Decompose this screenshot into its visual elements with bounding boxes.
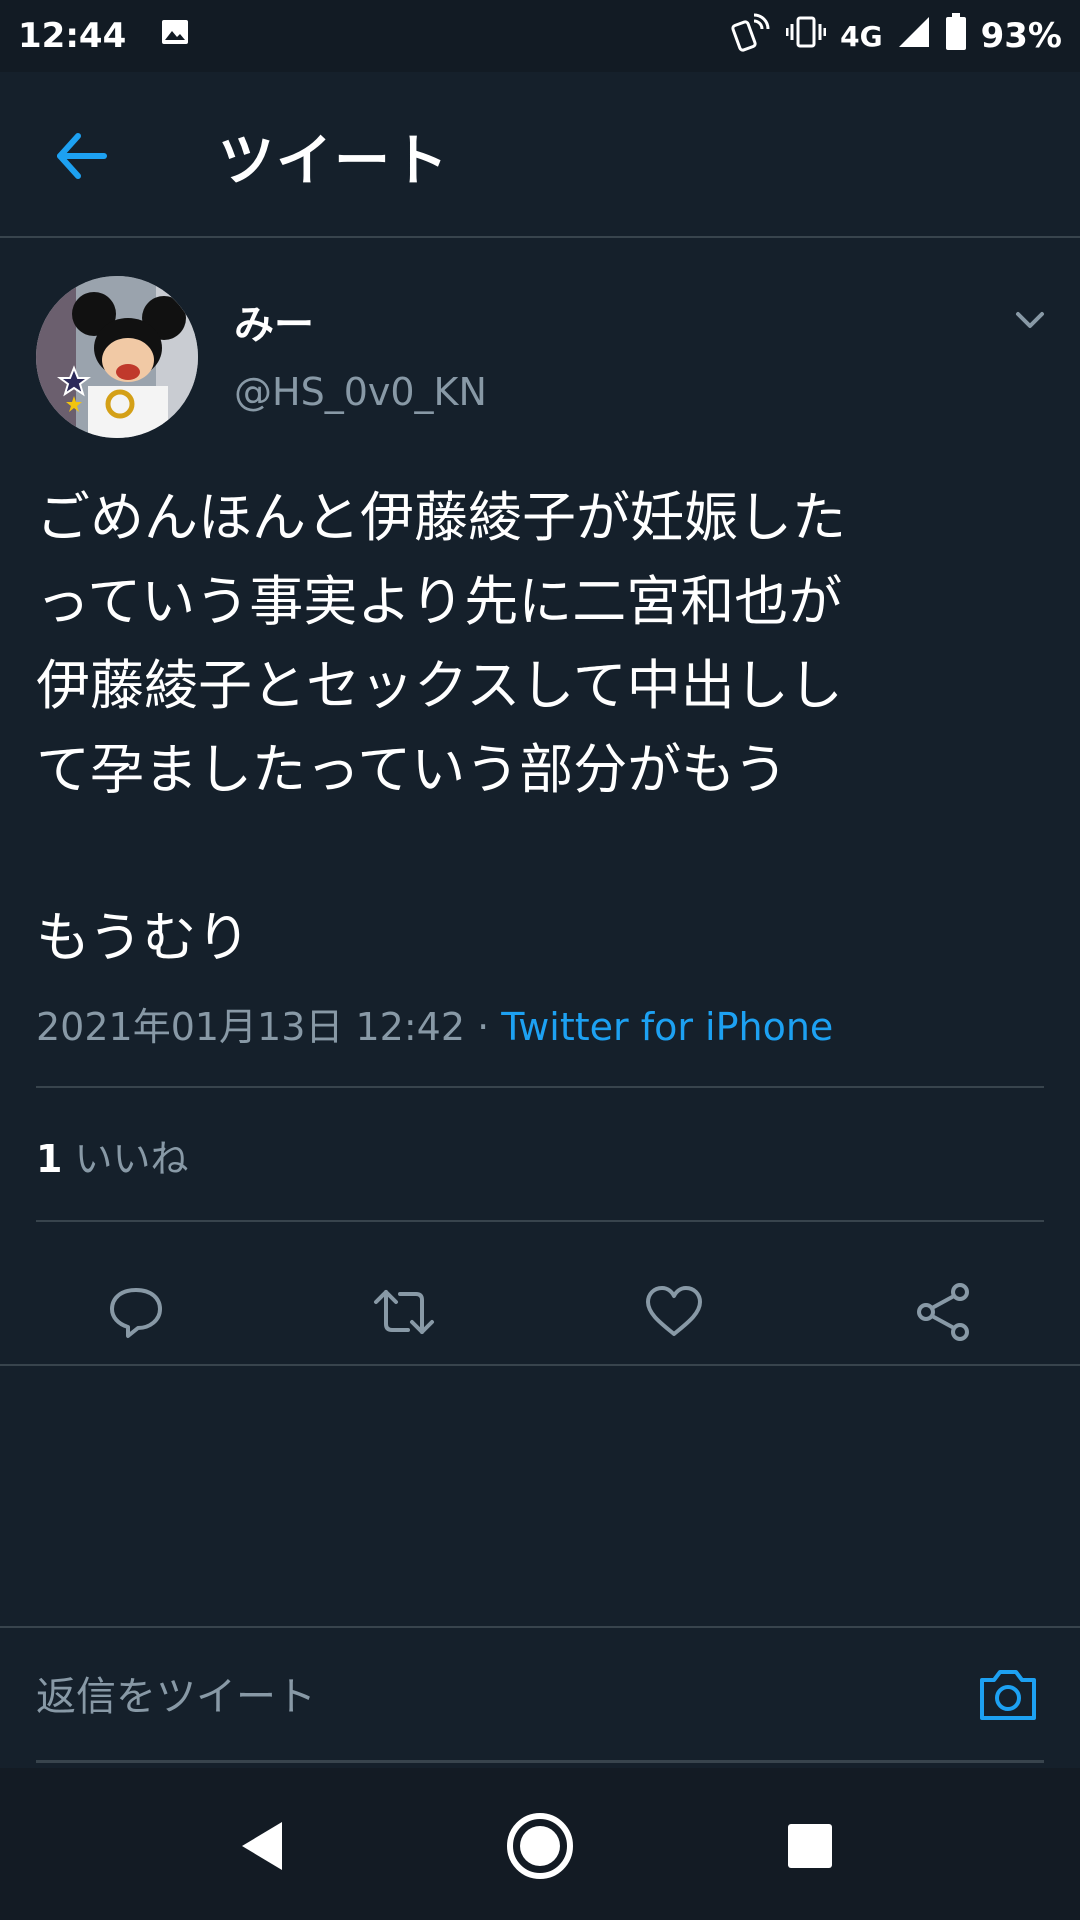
chevron-down-icon [1016,312,1044,328]
recents-square-icon [788,1824,832,1868]
reply-input[interactable] [36,1652,936,1742]
divider [36,1086,1044,1088]
signal-icon [897,15,931,58]
retweet-button[interactable] [372,1280,436,1344]
arrow-left-icon [57,133,107,179]
user-handle[interactable]: @HS_0v0_KN [234,370,487,414]
share-button[interactable] [912,1280,976,1344]
battery-percent: 93% [980,16,1062,56]
reply-composer [0,1626,1080,1766]
likes-summary[interactable]: 1 いいね [36,1128,189,1183]
nav-back-button[interactable] [224,1806,304,1886]
tweet-meta: 2021年01月13日 12:42 · Twitter for iPhone [36,996,833,1051]
tweet-detail: みー @HS_0v0_KN ごめんほんと伊藤綾子が妊娠した っていう事実より先に… [0,240,1080,1366]
nfc-icon [730,11,772,62]
status-time: 12:44 [18,16,127,56]
like-button[interactable] [642,1280,706,1344]
tweet-source-link[interactable]: Twitter for iPhone [501,1005,833,1049]
app-header: ツイート [0,72,1080,238]
camera-button[interactable] [976,1662,1040,1726]
tweet-menu-button[interactable] [1010,300,1050,340]
system-nav-bar [0,1768,1080,1920]
page-title: ツイート [218,129,450,194]
image-icon [160,16,190,56]
reply-icon [110,1288,162,1338]
battery-icon [945,12,967,60]
reply-underline [36,1760,1044,1763]
likes-count: 1 [36,1137,63,1181]
reply-button[interactable] [104,1280,168,1344]
retweet-icon [374,1290,434,1334]
meta-separator: · [465,1005,502,1049]
network-type: 4G [840,19,883,53]
likes-label: いいね [74,1137,189,1181]
back-triangle-icon [242,1822,282,1870]
like-icon [646,1286,702,1336]
user-name[interactable]: みー [234,292,314,350]
tweet-actions [0,1260,1080,1352]
tweet-text: ごめんほんと伊藤綾子が妊娠した っていう事実より先に二宮和也が 伊藤綾子とセック… [36,486,846,969]
nav-recents-button[interactable] [770,1806,850,1886]
home-circle-icon [507,1813,573,1879]
avatar[interactable] [36,276,198,438]
back-button[interactable] [50,124,114,188]
nav-home-button[interactable] [500,1806,580,1886]
divider [36,1220,1044,1222]
tweet-timestamp: 2021年01月13日 12:42 [36,1005,466,1049]
camera-icon [980,1670,1036,1720]
status-bar: 12:44 4G 93% [0,0,1080,72]
vibrate-icon [785,14,827,59]
share-icon [917,1283,969,1341]
